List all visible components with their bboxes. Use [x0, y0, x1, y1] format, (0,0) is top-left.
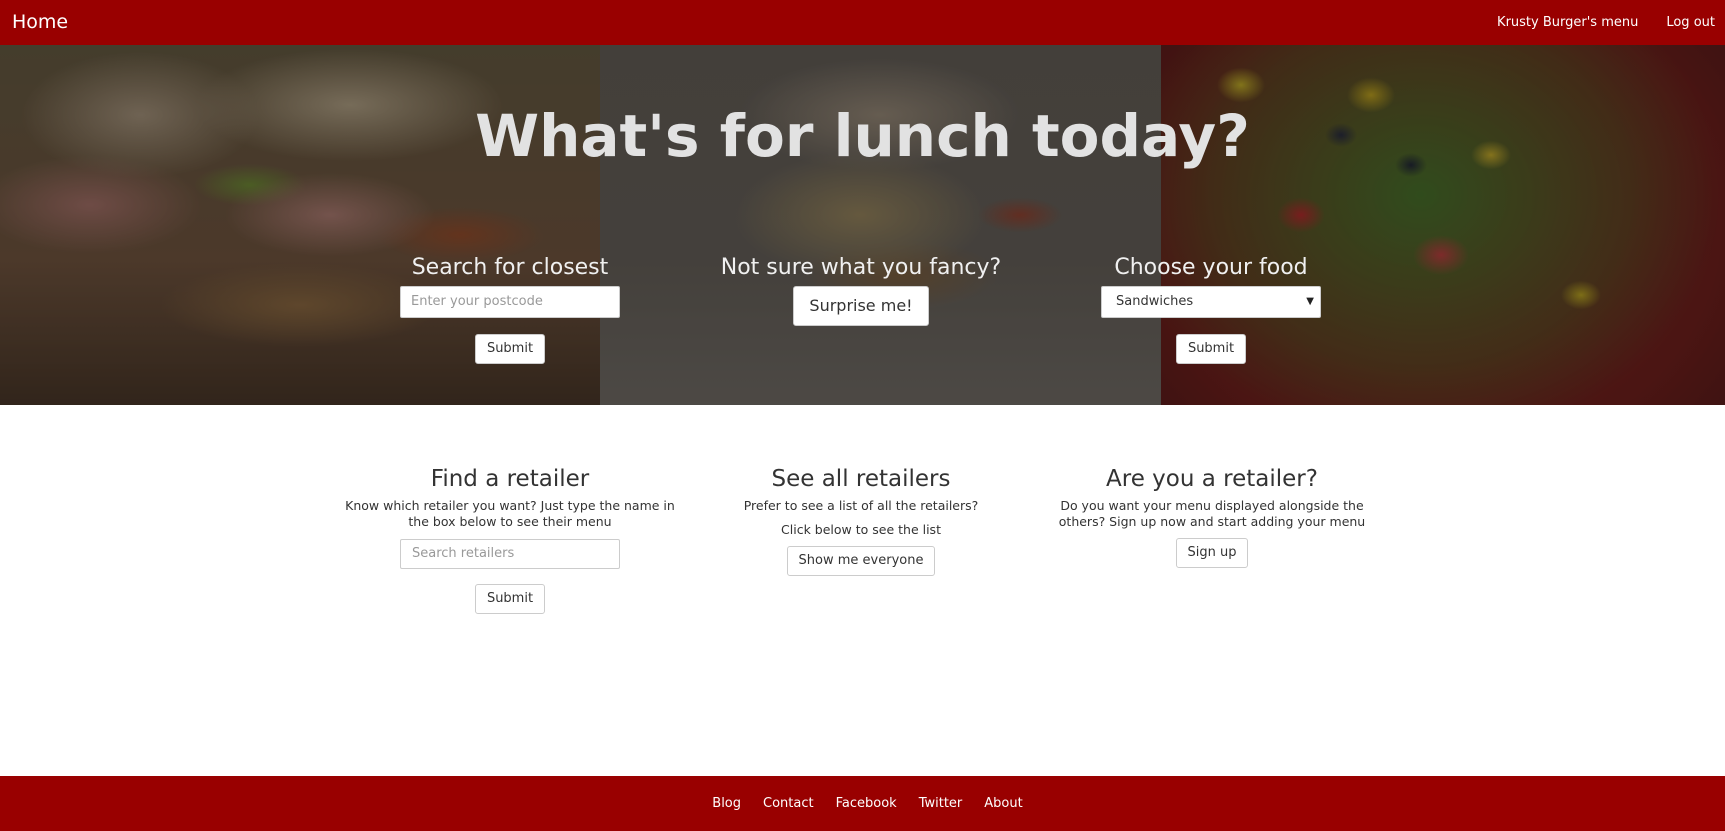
- top-navbar: Home Krusty Burger's menu Log out: [0, 0, 1725, 45]
- search-closest-panel: Search for closest Enter your postcode S…: [350, 255, 670, 364]
- show-everyone-button[interactable]: Show me everyone: [786, 546, 936, 576]
- search-retailers-input[interactable]: Search retailers: [400, 539, 620, 569]
- home-link[interactable]: Home: [12, 0, 68, 45]
- surprise-panel: Not sure what you fancy? Surprise me!: [701, 255, 1021, 326]
- are-you-retailer-text: Do you want your menu displayed alongsid…: [1058, 498, 1366, 529]
- are-you-retailer-heading: Are you a retailer?: [1106, 466, 1318, 492]
- surprise-heading: Not sure what you fancy?: [720, 255, 1002, 280]
- nav-link-menu[interactable]: Krusty Burger's menu: [1497, 15, 1638, 30]
- all-retailers-text-1: Prefer to see a list of all the retailer…: [743, 498, 979, 513]
- food-submit-button[interactable]: Submit: [1175, 334, 1247, 364]
- food-select-value: Sandwiches: [1116, 294, 1194, 309]
- find-retailer-section: Find a retailer Know which retailer you …: [340, 466, 680, 614]
- find-retailer-text: Know which retailer you want? Just type …: [345, 498, 675, 529]
- are-you-retailer-section: Are you a retailer? Do you want your men…: [1042, 466, 1382, 568]
- find-retailer-heading: Find a retailer: [430, 466, 590, 492]
- footer-link-twitter[interactable]: Twitter: [919, 796, 963, 811]
- footer: Blog Contact Facebook Twitter About: [0, 776, 1725, 831]
- hero-title: What's for lunch today?: [475, 102, 1250, 170]
- hero-overlay: [0, 45, 1725, 405]
- postcode-input[interactable]: Enter your postcode: [400, 286, 620, 318]
- choose-food-heading: Choose your food: [1114, 255, 1308, 280]
- search-closest-heading: Search for closest: [411, 255, 609, 280]
- dropdown-arrow-icon: ▼: [1306, 296, 1314, 307]
- footer-link-contact[interactable]: Contact: [763, 796, 814, 811]
- footer-link-facebook[interactable]: Facebook: [836, 796, 897, 811]
- postcode-submit-button[interactable]: Submit: [474, 334, 546, 364]
- food-select[interactable]: Sandwiches ▼: [1101, 286, 1321, 318]
- surprise-me-button[interactable]: Surprise me!: [793, 286, 929, 326]
- footer-links: Blog Contact Facebook Twitter About: [0, 776, 1725, 831]
- all-retailers-heading: See all retailers: [771, 466, 951, 492]
- sign-up-button[interactable]: Sign up: [1175, 538, 1249, 568]
- hero-banner: What's for lunch today? Search for close…: [0, 45, 1725, 405]
- all-retailers-section: See all retailers Prefer to see a list o…: [691, 466, 1031, 576]
- footer-link-blog[interactable]: Blog: [712, 796, 741, 811]
- choose-food-panel: Choose your food Sandwiches ▼ Submit: [1051, 255, 1371, 364]
- find-retailer-submit-button[interactable]: Submit: [474, 584, 546, 614]
- nav-link-logout[interactable]: Log out: [1666, 15, 1715, 30]
- nav-links: Krusty Burger's menu Log out: [1469, 0, 1715, 45]
- all-retailers-text-2: Click below to see the list: [781, 522, 941, 537]
- footer-link-about[interactable]: About: [984, 796, 1022, 811]
